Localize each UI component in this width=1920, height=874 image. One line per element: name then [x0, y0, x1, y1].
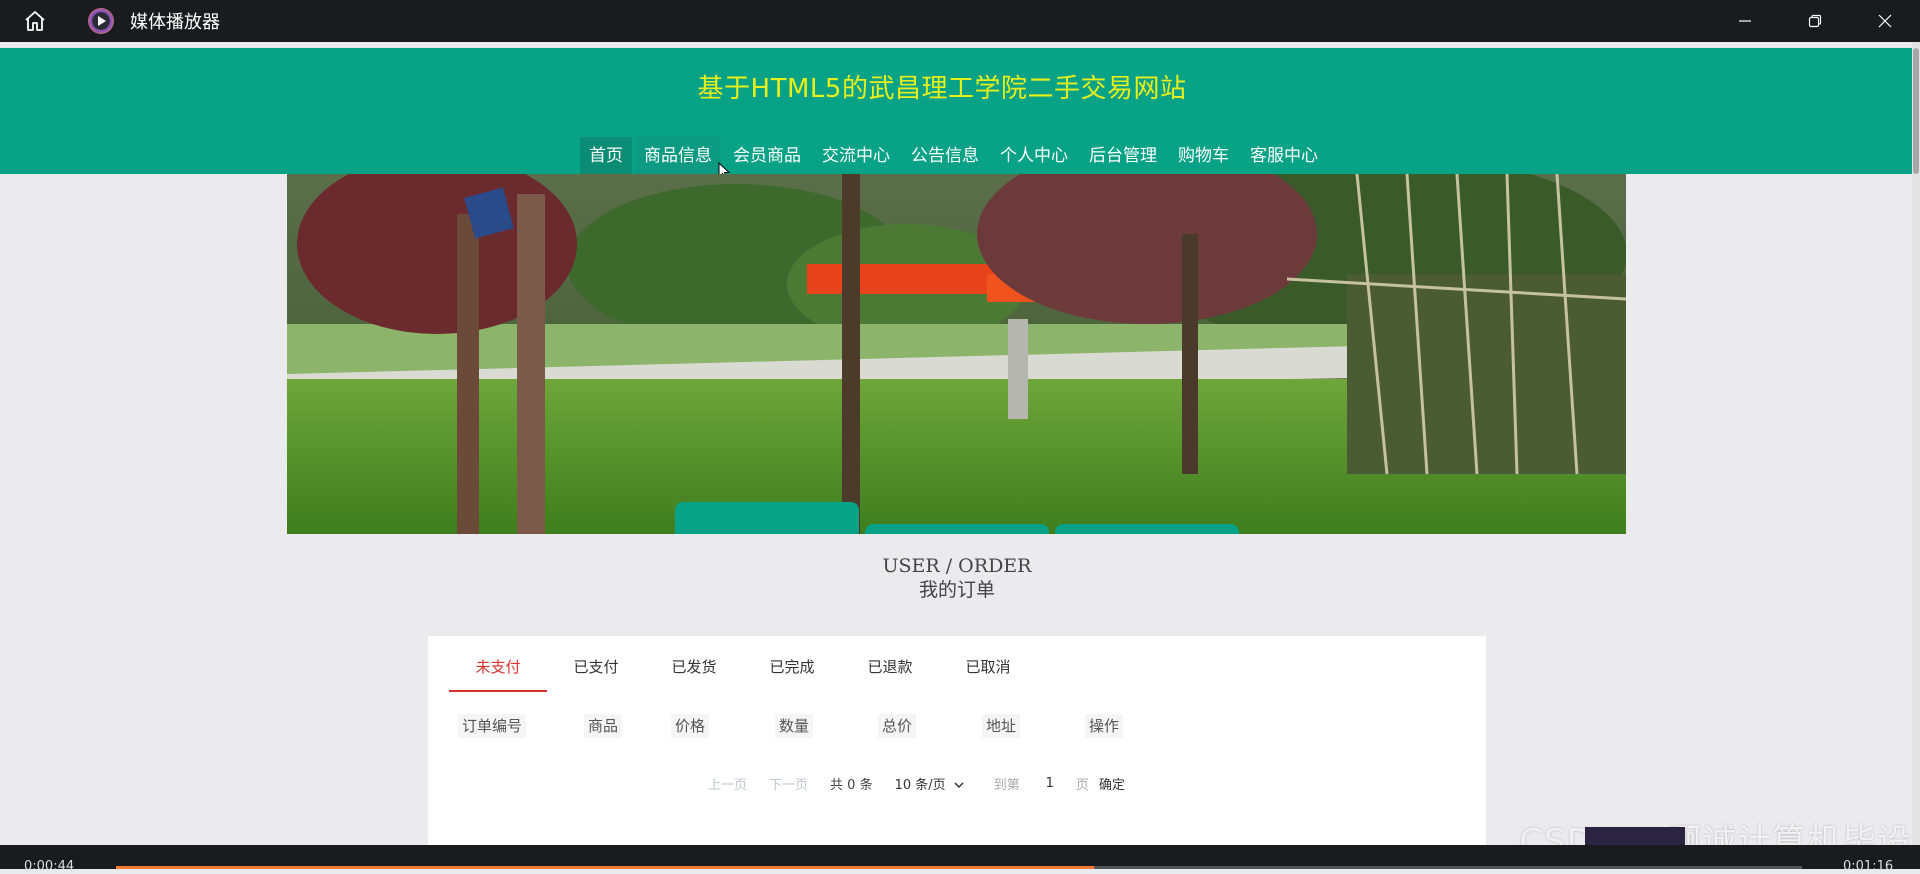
confirm-button[interactable]: 确定 [1099, 774, 1125, 793]
column-actions: 操作 [1085, 714, 1124, 738]
page-scrollbar[interactable] [1912, 42, 1920, 845]
main-nav: 首页 商品信息 会员商品 交流中心 公告信息 个人中心 后台管理 购物车 客服中… [580, 137, 1330, 175]
goto-label: 到第 [993, 777, 1020, 793]
scrollbar-thumb[interactable] [1913, 48, 1919, 174]
orders-table-header: 订单编号 商品 价格 数量 总价 地址 操作 [458, 714, 1452, 744]
player-control-bar: 0:00:44 0:01:16 [0, 845, 1920, 874]
section-title-en: USER / ORDER [882, 555, 1032, 577]
nav-customer-service[interactable]: 客服中心 [1241, 137, 1327, 175]
nav-personal-center[interactable]: 个人中心 [991, 137, 1077, 175]
tab-completed[interactable]: 已完成 [743, 636, 841, 692]
chevron-down-icon [954, 781, 964, 788]
tab-unpaid[interactable]: 未支付 [449, 636, 547, 692]
next-page-button[interactable]: 下一页 [769, 774, 808, 793]
banner-indicator-1[interactable] [675, 502, 859, 534]
section-title: USER / ORDER 我的订单 [0, 554, 1914, 602]
column-product: 商品 [584, 714, 623, 738]
column-price: 价格 [671, 714, 710, 738]
section-title-cn: 我的订单 [918, 579, 995, 601]
site-header: 基于HTML5的武昌理工学院二手交易网站 首页 商品信息 会员商品 交流中心 公… [0, 48, 1914, 180]
minimize-button[interactable] [1710, 0, 1780, 42]
tab-refunded[interactable]: 已退款 [841, 636, 939, 692]
column-total: 总价 [878, 714, 917, 738]
prev-page-button[interactable]: 上一页 [708, 774, 747, 793]
tab-shipped[interactable]: 已发货 [645, 636, 743, 692]
player-titlebar: 媒体播放器 [0, 0, 1920, 42]
close-icon [1878, 14, 1892, 28]
tab-paid[interactable]: 已支付 [547, 636, 645, 692]
app-title: 媒体播放器 [130, 12, 220, 33]
pagination: 上一页 下一页 共 0 条 10 条/页 到第 1 页 确定 [708, 768, 1125, 798]
page-size-select[interactable]: 10 条/页 [895, 774, 964, 793]
banner-image [287, 174, 1626, 534]
column-order-number: 订单编号 [458, 714, 527, 738]
nav-member-products[interactable]: 会员商品 [724, 137, 810, 175]
banner-indicator-2[interactable] [865, 524, 1049, 534]
page-size-value: 10 条/页 [894, 777, 946, 793]
banner-indicator-3[interactable] [1055, 524, 1239, 534]
nav-cart[interactable]: 购物车 [1169, 137, 1238, 175]
window-controls [1710, 0, 1920, 42]
site-title: 基于HTML5的武昌理工学院二手交易网站 [697, 74, 1187, 104]
minimize-icon [1739, 20, 1751, 22]
home-icon [25, 11, 45, 31]
tab-cancelled[interactable]: 已取消 [939, 636, 1037, 692]
column-quantity: 数量 [775, 714, 814, 738]
webview: 基于HTML5的武昌理工学院二手交易网站 首页 商品信息 会员商品 交流中心 公… [0, 42, 1920, 845]
restore-button[interactable] [1780, 0, 1850, 42]
nav-home[interactable]: 首页 [580, 137, 632, 175]
nav-forum[interactable]: 交流中心 [813, 137, 899, 175]
nav-admin[interactable]: 后台管理 [1080, 137, 1166, 175]
campus-garden-photo [287, 174, 1626, 534]
home-button[interactable] [0, 0, 70, 42]
order-status-tabs: 未支付 已支付 已发货 已完成 已退款 已取消 [449, 636, 1037, 692]
total-count: 共 0 条 [830, 777, 873, 793]
close-button[interactable] [1850, 0, 1920, 42]
nav-products[interactable]: 商品信息 [635, 137, 721, 175]
media-player-app-icon [88, 8, 114, 34]
orders-panel: 未支付 已支付 已发货 已完成 已退款 已取消 订单编号 商品 价格 数量 总价… [428, 636, 1486, 845]
nav-announcements[interactable]: 公告信息 [902, 137, 988, 175]
current-time: 0:00:44 [24, 859, 75, 874]
restore-icon [1808, 14, 1822, 28]
total-time: 0:01:16 [1843, 859, 1894, 874]
page-number-input[interactable]: 1 [1029, 770, 1070, 796]
page-unit-label: 页 [1075, 777, 1089, 793]
column-address: 地址 [982, 714, 1021, 738]
csdn-watermark: CSDN @啊诚计算机毕设 [1519, 822, 1912, 845]
